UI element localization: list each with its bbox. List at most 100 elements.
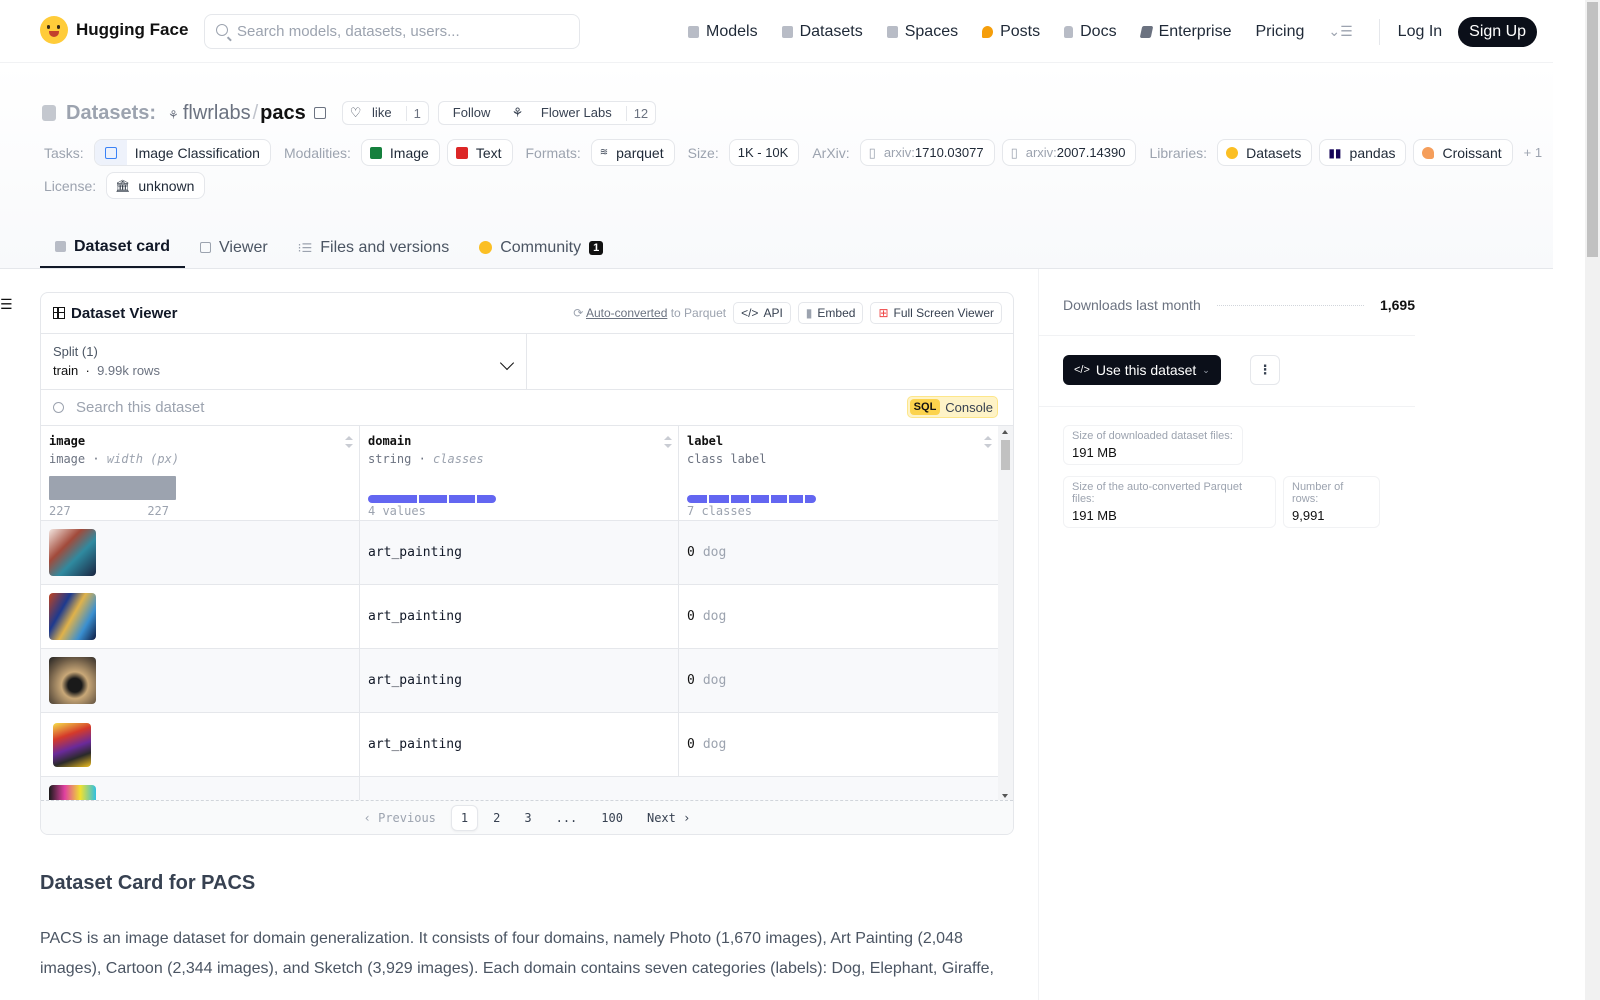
- table-row[interactable]: [41, 777, 999, 802]
- tab-dataset-card[interactable]: Dataset card: [40, 227, 186, 268]
- class-bar[interactable]: [771, 495, 787, 503]
- repo-name[interactable]: pacs: [260, 102, 306, 125]
- table-row[interactable]: art_painting 0 dog: [41, 521, 999, 585]
- column-header-domain[interactable]: domain string · classes 4 values: [360, 426, 679, 520]
- paper-icon: ▯: [1010, 144, 1018, 160]
- table-row[interactable]: art_painting 0 dog: [41, 585, 999, 649]
- image-thumbnail[interactable]: [49, 657, 96, 704]
- api-button[interactable]: </> API: [733, 302, 791, 324]
- stat-download-size: Size of downloaded dataset files: 191 MB: [1063, 425, 1243, 465]
- auto-converted-link[interactable]: Auto-converted: [586, 306, 667, 320]
- arxiv-tag[interactable]: ▯ arxiv:1710.03077: [859, 139, 995, 166]
- follow-button[interactable]: Follow ⚘ Flower Labs 12: [437, 101, 657, 125]
- sort-icon[interactable]: [345, 436, 353, 448]
- scroll-down-arrow-icon[interactable]: [1002, 794, 1008, 798]
- library-pandas-tag[interactable]: ▮▮ pandas: [1319, 139, 1407, 166]
- nav-spaces[interactable]: Spaces: [886, 23, 958, 41]
- toc-toggle-icon[interactable]: ☰: [0, 296, 13, 313]
- domain-cell[interactable]: art_painting: [360, 521, 679, 584]
- page-button-1[interactable]: 1: [450, 804, 479, 831]
- signup-button[interactable]: Sign Up: [1458, 16, 1538, 47]
- split-selector[interactable]: Split (1) train · 9.99k rows: [41, 334, 527, 389]
- domain-cell[interactable]: art_painting: [360, 713, 679, 776]
- page-scrollbar[interactable]: [1585, 0, 1600, 1000]
- section-label[interactable]: Datasets:: [66, 102, 156, 125]
- more-menu-icon[interactable]: ⌄☰: [1328, 23, 1352, 40]
- like-button[interactable]: ♡ like 1: [341, 101, 429, 125]
- label-cell[interactable]: 0 dog: [679, 585, 998, 648]
- sort-icon[interactable]: [984, 436, 992, 448]
- fullscreen-viewer-button[interactable]: ⊞ Full Screen Viewer: [870, 302, 1002, 324]
- scroll-up-arrow-icon[interactable]: [1002, 430, 1008, 434]
- sql-console-button[interactable]: SQL Console: [906, 396, 998, 418]
- page-button-2[interactable]: 2: [484, 806, 509, 830]
- task-tag[interactable]: Image Classification: [93, 139, 271, 166]
- size-tag[interactable]: 1K - 10K: [728, 139, 800, 166]
- class-bar[interactable]: [419, 495, 447, 503]
- scrollbar-thumb[interactable]: [1001, 440, 1010, 470]
- table-row[interactable]: art_painting 0 dog: [41, 713, 999, 777]
- class-bar[interactable]: [449, 495, 475, 503]
- page-button-3[interactable]: 3: [515, 806, 540, 830]
- page-button-100[interactable]: 100: [592, 806, 632, 830]
- class-bar[interactable]: [368, 495, 417, 503]
- tab-viewer[interactable]: Viewer: [185, 227, 283, 268]
- global-search-input[interactable]: Search models, datasets, users...: [204, 14, 580, 49]
- scrollbar-thumb[interactable]: [1587, 2, 1598, 257]
- more-libraries[interactable]: + 1: [1524, 145, 1542, 160]
- class-bar[interactable]: [709, 495, 729, 503]
- nav-datasets[interactable]: Datasets: [781, 23, 863, 41]
- org-link[interactable]: ⚘ flwrlabs: [168, 102, 251, 125]
- tab-community[interactable]: Community 1: [464, 227, 618, 268]
- nav-enterprise[interactable]: Enterprise: [1139, 23, 1231, 41]
- tab-files[interactable]: ⁝☰ Files and versions: [283, 227, 465, 268]
- class-bar[interactable]: [477, 495, 496, 503]
- previous-page-button[interactable]: ‹ Previous: [355, 806, 445, 830]
- class-bar[interactable]: [805, 495, 816, 503]
- hist-min: 227: [49, 504, 71, 518]
- class-bar[interactable]: [789, 495, 803, 503]
- next-page-button[interactable]: Next ›: [638, 806, 699, 830]
- table-row[interactable]: art_painting 0 dog: [41, 649, 999, 713]
- nav-pricing[interactable]: Pricing: [1255, 23, 1304, 41]
- histogram-bar[interactable]: [49, 476, 176, 500]
- table-scrollbar[interactable]: [998, 426, 1013, 802]
- modality-image-tag[interactable]: Image: [360, 139, 440, 166]
- class-bar[interactable]: [687, 495, 707, 503]
- image-thumbnail[interactable]: [53, 722, 91, 767]
- library-croissant-tag[interactable]: Croissant: [1413, 139, 1513, 166]
- column-header-label[interactable]: label class label 7 classes: [679, 426, 998, 520]
- column-stat: classes: [433, 452, 484, 466]
- divider: [1039, 406, 1415, 407]
- use-dataset-button[interactable]: </> Use this dataset ⌄: [1063, 355, 1221, 385]
- nav-posts[interactable]: Posts: [982, 23, 1040, 41]
- label-cell[interactable]: 0 dog: [679, 521, 998, 584]
- arxiv-tag[interactable]: ▯ arxiv:2007.14390: [1001, 139, 1137, 166]
- copy-icon[interactable]: [313, 107, 326, 119]
- class-bar[interactable]: [751, 495, 769, 503]
- format-tag[interactable]: ≋ parquet: [590, 139, 675, 166]
- license-tag[interactable]: 🏛 unknown: [106, 172, 206, 199]
- dataset-search-input[interactable]: Search this dataset SQL Console: [41, 390, 1013, 426]
- domain-cell[interactable]: art_painting: [360, 649, 679, 712]
- image-thumbnail[interactable]: [49, 529, 96, 576]
- class-bar[interactable]: [731, 495, 749, 503]
- sort-icon[interactable]: [664, 436, 672, 448]
- domain-cell[interactable]: art_painting: [360, 585, 679, 648]
- brand-logo[interactable]: Hugging Face: [40, 16, 188, 44]
- label-cell[interactable]: 0 dog: [679, 649, 998, 712]
- embed-button[interactable]: ▮ Embed: [797, 302, 864, 324]
- more-options-button[interactable]: ⋮: [1250, 355, 1280, 385]
- label-cell[interactable]: 0 dog: [679, 713, 998, 776]
- nav-models[interactable]: Models: [688, 23, 758, 41]
- library-datasets-tag[interactable]: Datasets: [1217, 139, 1313, 166]
- code-icon: </>: [741, 306, 759, 320]
- arxiv-prefix: arxiv:: [883, 145, 915, 160]
- paper-icon: ▯: [868, 144, 876, 160]
- column-header-image[interactable]: image image · width (px) 227 227: [41, 426, 360, 520]
- login-link[interactable]: Log In: [1398, 23, 1442, 41]
- nav-docs[interactable]: Docs: [1064, 23, 1117, 41]
- modality-text-tag[interactable]: Text: [446, 139, 513, 166]
- auto-converted-note[interactable]: ⟳ Auto-converted to Parquet: [573, 306, 726, 320]
- image-thumbnail[interactable]: [49, 593, 96, 640]
